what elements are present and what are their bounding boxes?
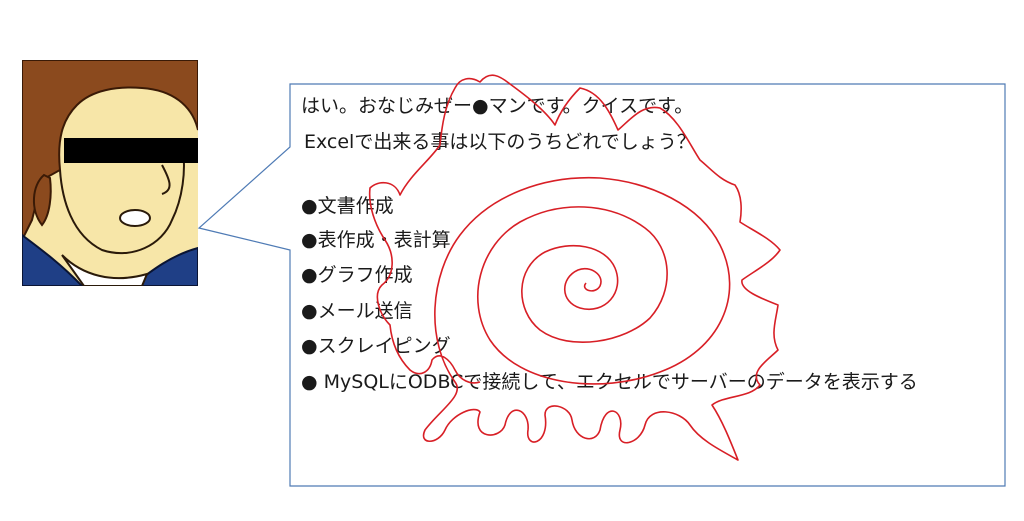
option-graph: ●グラフ作成 — [301, 264, 413, 286]
option-spreadsheet: ●表作成・表計算 — [301, 229, 451, 251]
option-email: ●メール送信 — [301, 300, 413, 322]
speech-line-intro: はい。おなじみぜー●マンです。クイスです。 — [301, 95, 694, 117]
option-mysql-odbc: ● MySQLにODBCで接続して、エクセルでサーバーのデータを表示する — [301, 371, 918, 393]
speech-bubble — [197, 83, 1006, 487]
option-document: ●文書作成 — [301, 195, 394, 217]
option-scraping: ●スクレイピング — [301, 335, 451, 357]
speech-line-question: Excelで出来る事は以下のうちどれでしょう？ — [304, 131, 696, 153]
